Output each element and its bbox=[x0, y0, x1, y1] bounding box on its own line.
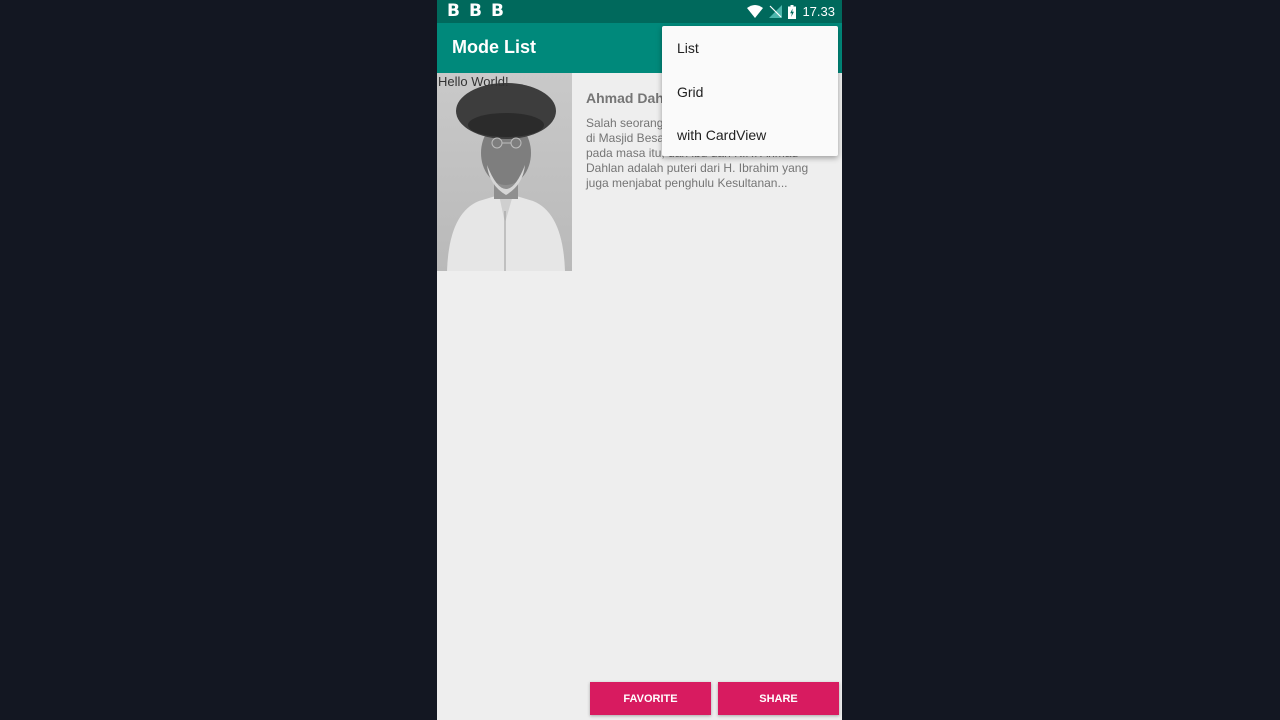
overflow-menu: List Grid with CardView bbox=[662, 26, 838, 156]
menu-item-list[interactable]: List bbox=[662, 26, 838, 70]
favorite-button[interactable]: FAVORITE bbox=[590, 682, 711, 715]
notification-b-icon: B bbox=[468, 1, 482, 21]
clock: 17.33 bbox=[802, 4, 835, 19]
hello-world-label: Hello World! bbox=[438, 74, 509, 89]
page-title: Mode List bbox=[452, 37, 536, 57]
menu-item-grid[interactable]: Grid bbox=[662, 70, 838, 113]
menu-item-cardview[interactable]: with CardView bbox=[662, 113, 838, 156]
portrait-photo bbox=[437, 73, 572, 271]
battery-charging-icon bbox=[788, 4, 797, 19]
notification-icons: B B B bbox=[447, 1, 504, 22]
system-icons: 17.33 bbox=[747, 0, 835, 23]
notification-b-icon: B bbox=[447, 1, 460, 21]
share-button[interactable]: SHARE bbox=[718, 682, 839, 715]
list-item-photo[interactable]: Hello World! bbox=[437, 73, 572, 271]
wifi-icon bbox=[747, 5, 764, 18]
no-signal-icon bbox=[769, 5, 783, 18]
phone-screen: B B B 17.33 Mode List Hello World! Ahmad… bbox=[437, 0, 842, 720]
list-content: Hello World! Ahmad Dahlan Salah seorang … bbox=[437, 73, 842, 720]
notification-b-icon: B bbox=[490, 1, 504, 21]
status-bar: B B B 17.33 bbox=[437, 0, 842, 23]
